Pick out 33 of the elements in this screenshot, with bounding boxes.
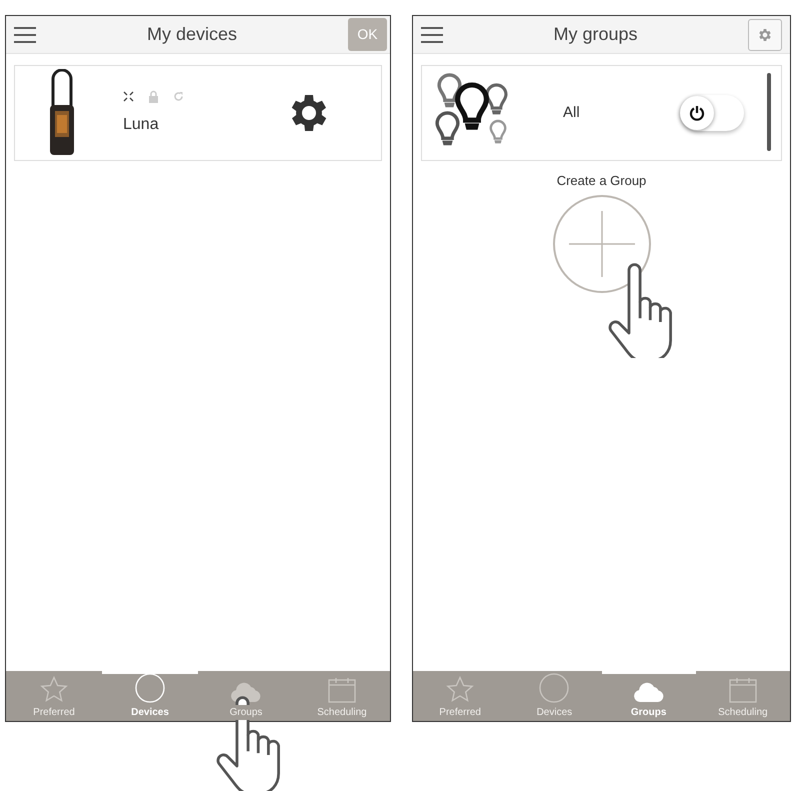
create-group-label: Create a Group bbox=[556, 172, 646, 190]
lantern-icon bbox=[48, 69, 76, 157]
plus-icon bbox=[568, 210, 634, 276]
scrollbar[interactable] bbox=[767, 73, 771, 151]
refresh-icon bbox=[173, 90, 184, 102]
group-name: All bbox=[563, 102, 580, 123]
tab[interactable]: Preferred bbox=[413, 671, 508, 721]
settings-button[interactable] bbox=[748, 18, 782, 50]
ok-button[interactable]: OK bbox=[348, 18, 387, 51]
tab[interactable]: Scheduling bbox=[696, 671, 790, 721]
tab[interactable]: Groups bbox=[602, 671, 696, 721]
shrink-arrows-icon bbox=[123, 90, 134, 102]
device-name: Luna bbox=[123, 114, 160, 134]
tab[interactable]: Scheduling bbox=[294, 671, 390, 721]
screen-title: My devices bbox=[146, 23, 238, 46]
menu-icon[interactable] bbox=[14, 26, 36, 42]
group-card[interactable]: All bbox=[421, 65, 782, 161]
star-icon bbox=[40, 676, 68, 703]
circle-icon bbox=[135, 673, 165, 703]
lock-icon bbox=[148, 90, 159, 102]
power-toggle[interactable] bbox=[680, 95, 744, 131]
calendar-icon bbox=[328, 677, 356, 703]
tab[interactable]: Preferred bbox=[6, 671, 102, 721]
star-icon bbox=[446, 676, 474, 703]
power-icon bbox=[688, 105, 705, 121]
calendar-icon bbox=[728, 677, 757, 703]
menu-icon[interactable] bbox=[421, 26, 443, 42]
device-card[interactable]: Luna bbox=[14, 65, 382, 161]
screen-title: My groups bbox=[552, 23, 639, 46]
tab[interactable]: Devices bbox=[102, 671, 198, 721]
circle-icon bbox=[539, 673, 570, 703]
tab[interactable]: Devices bbox=[507, 671, 602, 721]
cloud-icon bbox=[632, 681, 665, 703]
